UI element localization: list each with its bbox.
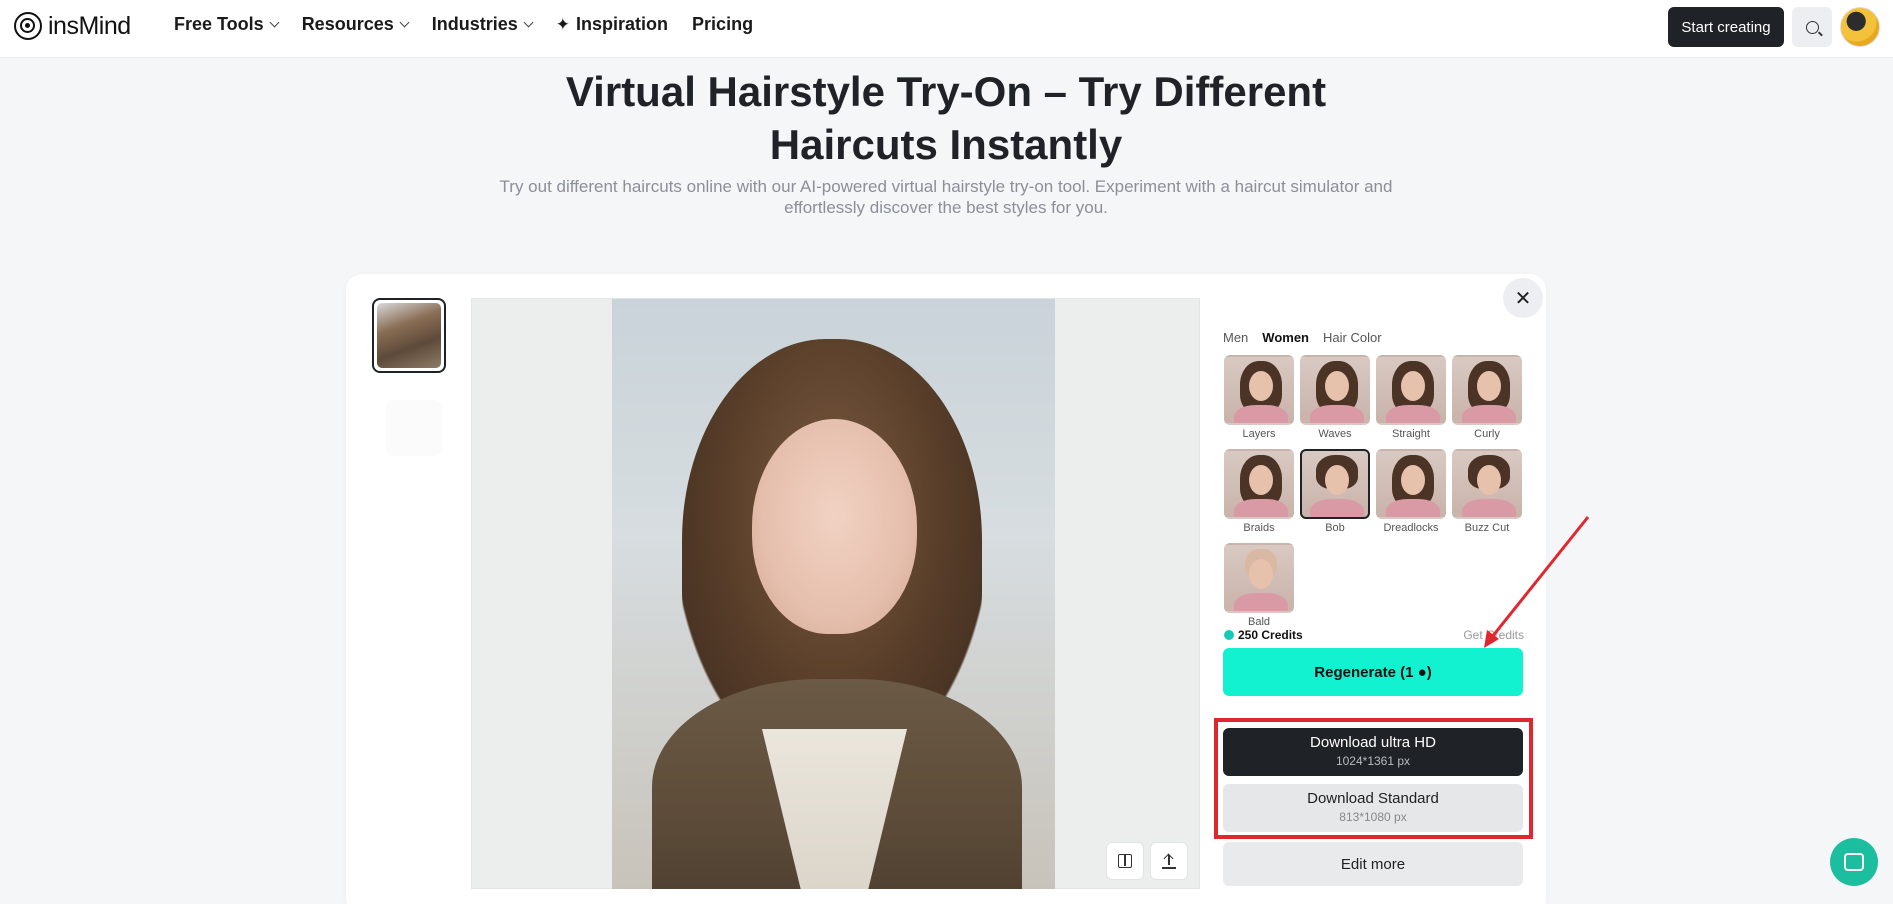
arrow-shaft bbox=[1486, 516, 1590, 643]
chat-support-button[interactable] bbox=[1830, 838, 1878, 886]
chat-icon bbox=[1844, 853, 1864, 871]
annotation-arrow bbox=[1484, 516, 1590, 648]
